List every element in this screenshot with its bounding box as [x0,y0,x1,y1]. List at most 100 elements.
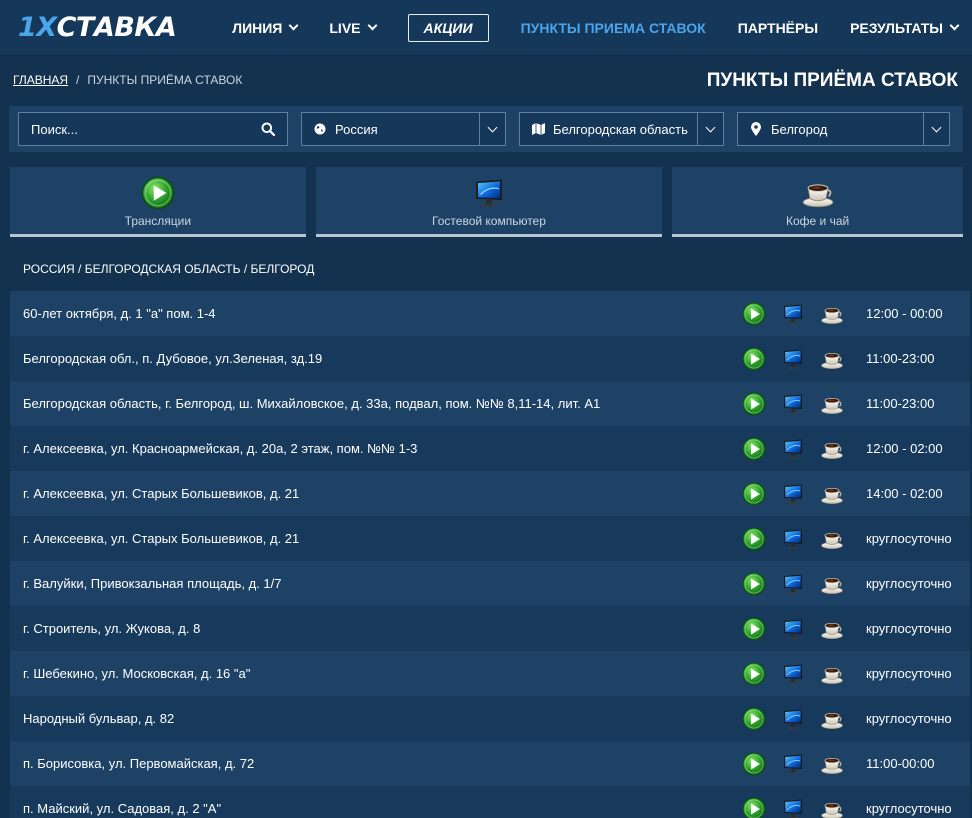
list-item-hours: круглосуточно [866,531,952,546]
list-item[interactable]: Народный бульвар, д. 82 круглосуточно [10,696,970,741]
list-item-address: Белгородская обл., п. Дубовое, ул.Зелена… [23,351,323,366]
search-input-placeholder: Поиск... [31,121,78,137]
list-item[interactable]: Белгородская область, г. Белгород, ш. Ми… [10,381,970,426]
brand-logo[interactable]: 1XСТАВКА [18,12,177,43]
list-item-address: Белгородская область, г. Белгород, ш. Ми… [23,396,601,411]
nav-item-live-label: LIVE [329,19,361,36]
list-item-amenities [742,707,844,731]
search-input[interactable]: Поиск... [18,112,288,146]
brand-logo-word: СТАВКА [56,12,177,43]
nav-item-points[interactable]: ПУНКТЫ ПРИЕМА СТАВОК [505,0,722,55]
monitor-icon [781,482,805,506]
filters-bar: Поиск... Россия Белгородская область Бел… [9,106,963,152]
list-item[interactable]: 60-лет октября, д. 1 "а" пом. 1-4 12:00 -… [10,291,970,336]
chevron-down-icon [288,20,299,31]
list-item-amenities [742,392,844,416]
location-pin-icon [749,122,763,136]
points-list: РОССИЯ / БЕЛГОРОДСКАЯ ОБЛАСТЬ / БЕЛГОРОД… [10,246,970,818]
list-item[interactable]: г. Шебекино, ул. Московская, д. 16 "а" кр… [10,651,970,696]
nav-item-partners[interactable]: ПАРТНЁРЫ [722,0,834,55]
list-item[interactable]: п. Майский, ул. Садовая, д. 2 "А" круглос… [10,786,970,818]
coffee-cup-icon [820,617,844,641]
list-item[interactable]: г. Алексеевка, ул. Старых Большевиков, д… [10,471,970,516]
top-header: 1XСТАВКА ЛИНИЯ LIVE АКЦИИ ПУНКТЫ ПРИЕМА … [0,0,972,56]
feature-coffee-label: Кофе и чай [785,214,850,228]
list-item-hours: 14:00 - 02:00 [866,486,943,501]
play-icon [742,392,766,416]
feature-coffee[interactable]: Кофе и чай [672,167,963,237]
coffee-cup-icon [820,392,844,416]
play-icon [742,797,766,818]
list-item-amenities [742,482,844,506]
list-item-address: 60-лет октября, д. 1 "а" пом. 1-4 [23,306,216,321]
breadcrumb-home-link[interactable]: ГЛАВНАЯ [13,73,68,87]
list-item-hours: 12:00 - 02:00 [866,441,943,456]
coffee-cup-icon [820,302,844,326]
country-select[interactable]: Россия [301,112,506,146]
breadcrumb-separator: / [76,72,80,87]
monitor-icon [781,392,805,416]
list-item[interactable]: г. Алексеевка, ул. Красноармейская, д. 2… [10,426,970,471]
feature-guest-pc[interactable]: Гостевой компьютер [315,167,663,237]
list-item-address: Народный бульвар, д. 82 [23,711,175,726]
list-item-hours: круглосуточно [866,576,952,591]
list-item[interactable]: п. Борисовка, ул. Первомайская, д. 72 11:… [10,741,970,786]
coffee-cup-icon [801,176,835,210]
list-item-hours: 11:00-23:00 [866,351,935,366]
monitor-icon [781,527,805,551]
map-icon [531,123,545,135]
chevron-down-icon[interactable] [923,113,949,145]
play-icon [742,662,766,686]
list-item-amenities [742,302,844,326]
play-icon [742,617,766,641]
list-item-hours: круглосуточно [866,801,952,816]
coffee-cup-icon [820,662,844,686]
play-icon [742,302,766,326]
feature-filters: Трансляции Гостевой компьютер Кофе и чай [10,167,963,237]
city-select[interactable]: Белгород [737,112,950,146]
play-icon [742,482,766,506]
play-icon [742,527,766,551]
monitor-icon [781,662,805,686]
nav-item-live[interactable]: LIVE [313,0,391,55]
monitor-icon [781,302,805,326]
list-item-amenities [742,572,844,596]
page-title: ПУНКТЫ ПРИЁМА СТАВОК [706,70,958,91]
list-item-address: г. Алексеевка, ул. Старых Большевиков, д… [23,531,300,546]
nav-item-promo-label: АКЦИИ [407,13,489,42]
list-item-address: г. Алексеевка, ул. Красноармейская, д. 2… [23,441,418,456]
nav-item-line[interactable]: ЛИНИЯ [216,0,313,55]
points-rows: 60-лет октября, д. 1 "а" пом. 1-4 12:00 -… [10,291,970,818]
chevron-down-icon [367,20,377,31]
list-item[interactable]: г. Алексеевка, ул. Старых Большевиков, д… [10,516,970,561]
list-item-address: п. Борисовка, ул. Первомайская, д. 72 [23,756,255,771]
chevron-down-icon[interactable] [479,113,505,145]
play-icon [742,752,766,776]
region-select[interactable]: Белгородская область [519,112,724,146]
list-item[interactable]: Белгородская обл., п. Дубовое, ул.Зелена… [10,336,970,381]
globe-icon [313,123,327,135]
monitor-icon [781,347,805,371]
region-select-value: Белгородская область [553,121,688,137]
list-item-address: г. Строитель, ул. Жукова, д. 8 [23,621,201,636]
list-heading: РОССИЯ / БЕЛГОРОДСКАЯ ОБЛАСТЬ / БЕЛГОРОД [10,246,970,291]
play-icon [742,347,766,371]
list-item-amenities [742,437,844,461]
nav-item-results[interactable]: РЕЗУЛЬТАТЫ [834,0,972,55]
list-item-hours: круглосуточно [866,711,952,726]
feature-broadcast[interactable]: Трансляции [10,167,306,237]
chevron-down-icon[interactable] [697,113,723,145]
monitor-icon [781,752,805,776]
nav-item-promo[interactable]: АКЦИИ [392,0,505,55]
feature-guest-pc-label: Гостевой компьютер [432,214,546,228]
coffee-cup-icon [820,707,844,731]
monitor-icon [472,176,506,210]
list-item-address: г. Шебекино, ул. Московская, д. 16 "а" [23,666,251,681]
search-icon[interactable] [261,122,275,136]
list-item[interactable]: г. Валуйки, Привокзальная площадь, д. 1/… [10,561,970,606]
list-item-address: г. Валуйки, Привокзальная площадь, д. 1/… [23,576,282,591]
list-item-hours: 11:00-23:00 [866,396,935,411]
feature-broadcast-label: Трансляции [124,214,192,228]
list-item[interactable]: г. Строитель, ул. Жукова, д. 8 круглосуто… [10,606,970,651]
list-item-hours: круглосуточно [866,666,952,681]
